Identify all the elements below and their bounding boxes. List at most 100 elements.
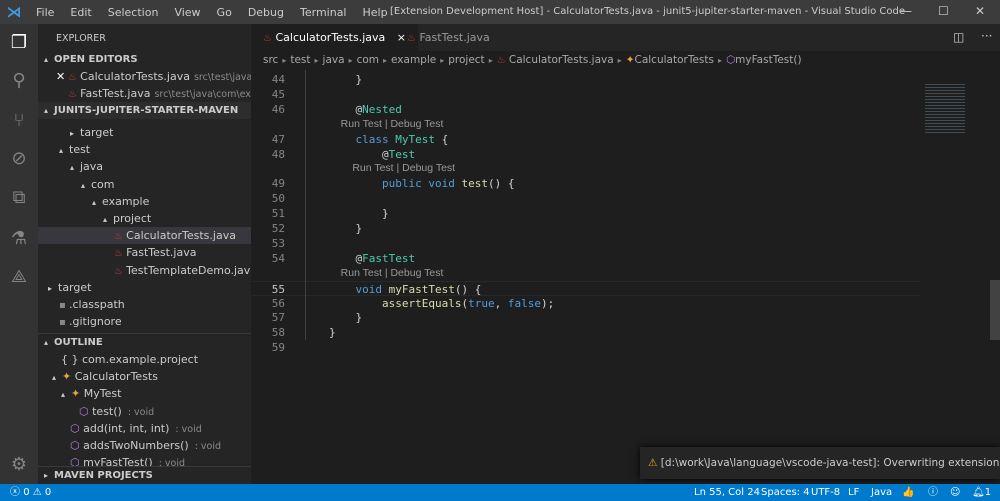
tree-item[interactable]: ▴ test: [38, 141, 251, 158]
code-token: test: [461, 177, 488, 191]
breadcrumb-item[interactable]: project: [448, 54, 484, 66]
chevron-right-icon: ▸: [314, 56, 319, 65]
notifications-bell[interactable]: 🔔︎1: [972, 484, 991, 501]
cursor-position[interactable]: Ln 55, Col 24: [694, 484, 760, 501]
smiley-feedback-icon[interactable]: ☺: [950, 484, 960, 501]
language-mode[interactable]: Java: [871, 484, 892, 501]
tree-item[interactable]: ♨ TestTemplateDemo.java: [38, 262, 251, 279]
code-line: 57 }: [251, 310, 921, 325]
outline-item[interactable]: ⬡ test(): void: [38, 403, 251, 420]
codelens[interactable]: Run Test | Debug Test: [251, 266, 921, 281]
encoding[interactable]: UTF-8: [811, 484, 840, 501]
menu-go[interactable]: Go: [209, 6, 240, 19]
file-path: src\test\java\co...: [193, 72, 251, 83]
explorer-icon[interactable]: ❐: [8, 32, 30, 54]
breadcrumb-item[interactable]: com: [357, 54, 379, 66]
code-token: );: [540, 296, 555, 310]
outline-header[interactable]: ▴ OUTLINE: [38, 333, 251, 350]
code-token: () {: [454, 282, 482, 296]
breadcrumb-item[interactable]: CalculatorTests.java: [509, 54, 614, 66]
eol[interactable]: LF: [848, 484, 859, 501]
breadcrumb-item[interactable]: example: [391, 54, 436, 66]
split-editor-icon[interactable]: ◫: [953, 30, 964, 44]
open-editor-item[interactable]: ♨ FastTest.javasrc\test\java\com\examp..…: [38, 85, 251, 102]
run-debug-test-lens[interactable]: Run Test | Debug Test: [329, 266, 444, 281]
code-line: 49 public void test() {: [251, 176, 921, 191]
code-editor[interactable]: 44 } 45 46 @Nested Run Test | Debug Test 47…: [251, 70, 921, 484]
debug-icon[interactable]: ⊘: [8, 148, 30, 170]
vertical-scrollbar[interactable]: [988, 70, 1000, 484]
outline-item[interactable]: ⬡ addsTwoNumbers(): void: [38, 437, 251, 454]
menu-view[interactable]: View: [166, 6, 208, 19]
breadcrumb-item[interactable]: test: [290, 54, 310, 66]
title-bar: ⋊ File Edit Selection View Go Debug Term…: [0, 0, 1000, 24]
tree-item[interactable]: ♨ CalculatorTests.java: [38, 227, 251, 245]
codelens[interactable]: Run Test | Debug Test: [251, 161, 921, 176]
maximize-icon[interactable]: ☐: [938, 4, 949, 18]
breadcrumb-item[interactable]: java: [323, 54, 345, 66]
code-text: }: [329, 221, 362, 236]
run-debug-test-lens[interactable]: Run Test | Debug Test: [329, 161, 455, 176]
tree-item[interactable]: ▪ .gitignore: [38, 313, 251, 330]
outline-item[interactable]: ▴ ✦ MyTest: [38, 385, 251, 402]
java-file-icon: ♨: [496, 55, 509, 66]
test-flask-icon[interactable]: ⚗: [8, 228, 30, 250]
tree-item[interactable]: ♨ FastTest.java: [38, 244, 251, 261]
tree-item[interactable]: ▴ com: [38, 176, 251, 193]
outline-item[interactable]: { } com.example.project: [38, 351, 251, 368]
java-dependencies-icon[interactable]: ⟁: [8, 266, 30, 288]
breadcrumb-item[interactable]: src: [263, 54, 278, 66]
tree-item[interactable]: ▴ example: [38, 193, 251, 210]
close-icon[interactable]: ✕: [56, 68, 68, 85]
code-line: 48 @Test: [251, 147, 921, 162]
extensions-icon[interactable]: ⧉: [8, 187, 30, 209]
info-icon[interactable]: ⓘ: [928, 484, 938, 501]
menu-terminal[interactable]: Terminal: [292, 6, 355, 19]
menu-selection[interactable]: Selection: [100, 6, 167, 19]
source-control-icon[interactable]: ⑂: [8, 110, 30, 132]
line-number: 58: [271, 326, 285, 340]
tree-item[interactable]: ▪ .classpath: [38, 296, 251, 313]
menu-edit[interactable]: Edit: [62, 6, 99, 19]
breadcrumb-item[interactable]: CalculatorTests: [635, 54, 714, 66]
open-editor-item[interactable]: ✕♨ CalculatorTests.javasrc\test\java\co.…: [38, 68, 251, 85]
menu-file[interactable]: File: [28, 6, 62, 19]
thumbs-up-icon[interactable]: 👍: [902, 484, 914, 501]
class-icon: ✦: [625, 54, 635, 66]
tree-item[interactable]: ▴ java: [38, 158, 251, 175]
minimize-icon[interactable]: —: [900, 4, 912, 18]
chevron-right-icon: ▸: [617, 56, 622, 65]
project-header[interactable]: ▴ JUNITS-JUPITER-STARTER-MAVEN: [38, 102, 251, 119]
code-token: }: [329, 222, 363, 235]
section-label: OUTLINE: [54, 337, 103, 348]
open-editors-header[interactable]: ▴ OPEN EDITORS: [38, 51, 251, 68]
problems-indicator[interactable]: ⓧ 0 ⚠ 0: [10, 484, 51, 501]
tab-calculator-tests[interactable]: ♨ CalculatorTests.java ×: [251, 24, 418, 51]
search-icon[interactable]: ⚲: [8, 70, 30, 92]
menu-debug[interactable]: Debug: [240, 6, 292, 19]
tree-item[interactable]: ▸ target: [38, 124, 251, 141]
outline-item[interactable]: ⬡ add(int, int, int): void: [38, 420, 251, 437]
indentation[interactable]: Spaces: 4: [761, 484, 810, 501]
breadcrumb-item[interactable]: myFastTest(): [735, 54, 801, 66]
tree-item[interactable]: ▴ project: [38, 210, 251, 227]
code-line: 51 }: [251, 206, 921, 221]
close-window-icon[interactable]: ✕: [975, 4, 985, 18]
notification-toast[interactable]: ⚠ [d:\work\Java\language\vscode-java-tes…: [640, 447, 1000, 479]
run-debug-test-lens[interactable]: Run Test | Debug Test: [329, 117, 444, 132]
more-actions-icon[interactable]: ···: [981, 29, 992, 43]
maven-projects-header[interactable]: ▸ MAVEN PROJECTS: [38, 466, 251, 483]
tab-label: CalculatorTests.java: [275, 31, 386, 44]
codelens[interactable]: Run Test | Debug Test: [251, 117, 921, 132]
chevron-down-icon: ▴: [44, 338, 49, 347]
line-number: 50: [271, 192, 285, 206]
chevron-down-icon: ▴: [44, 106, 49, 115]
outline-type: : void: [175, 423, 202, 435]
tree-item[interactable]: ▸ target: [38, 279, 251, 296]
tab-fast-test[interactable]: ♨ FastTest.java: [395, 24, 502, 51]
chevron-down-icon: ▴: [52, 373, 57, 383]
minimap[interactable]: [921, 70, 987, 150]
java-file-icon: ♨: [263, 33, 272, 44]
gear-icon[interactable]: ⚙: [8, 454, 30, 476]
outline-item[interactable]: ▴ ✦ CalculatorTests: [38, 368, 251, 385]
